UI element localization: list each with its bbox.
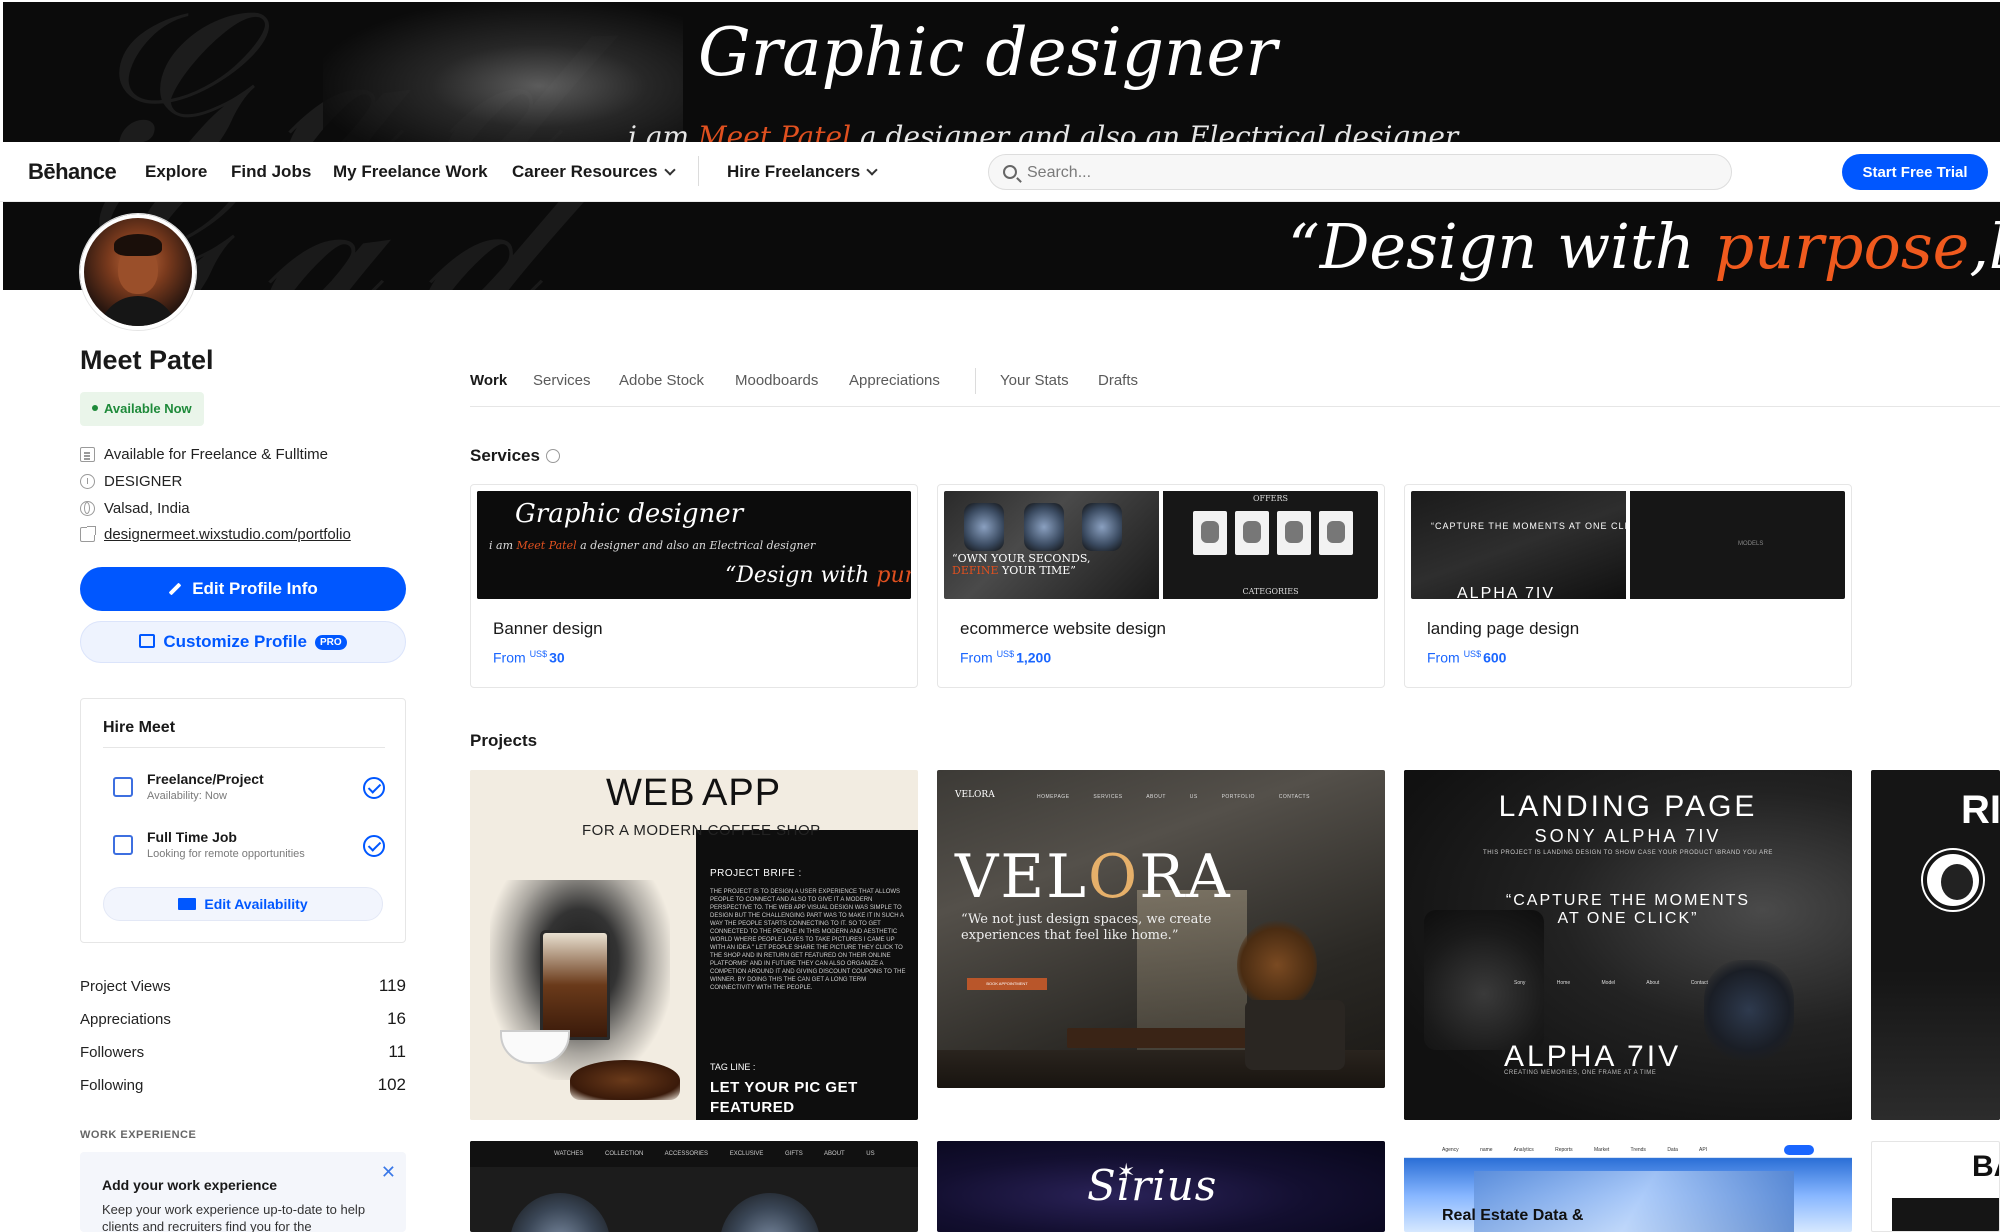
stat-appreciations: Appreciations 16 (80, 1009, 406, 1028)
tab-drafts[interactable]: Drafts (1098, 372, 1138, 389)
info-icon[interactable] (545, 449, 560, 463)
chevron-down-icon (866, 164, 878, 176)
check-circle-icon (363, 777, 385, 799)
info-icon (80, 474, 95, 489)
globe-icon (80, 501, 95, 516)
customize-profile-button[interactable]: Customize Profile PRO (80, 621, 406, 663)
mail-icon (178, 898, 197, 910)
project-card-partial-2[interactable]: BA (1871, 1141, 2000, 1232)
avatar-logo-icon (1923, 850, 1983, 910)
projects-section-title: Projects (470, 731, 538, 750)
search-input[interactable] (1027, 161, 1707, 185)
check-circle-icon (363, 835, 385, 857)
nav-divider (698, 156, 699, 186)
project-card-sirius[interactable]: Sirius ✶ (937, 1141, 1385, 1232)
search-icon (1003, 165, 1017, 179)
hire-option-fulltime[interactable]: Full Time Job Looking for remote opportu… (103, 827, 385, 867)
status-dot-icon (92, 405, 98, 411)
edit-profile-info-button[interactable]: Edit Profile Info (80, 567, 406, 611)
work-experience-desc: Keep your work experience up-to-date to … (102, 1202, 366, 1232)
tab-divider (975, 368, 976, 394)
pro-badge: PRO (314, 635, 347, 650)
project-card-real-estate[interactable]: Agency name Analytics Reports Market Tre… (1404, 1141, 1852, 1232)
hire-card-title: Hire Meet (103, 719, 176, 736)
nav-hire-freelancers-label: Hire Freelancers (727, 162, 861, 181)
service-name: Banner design (493, 619, 603, 638)
service-price: From US$ 1,200 (960, 649, 1052, 666)
service-name: ecommerce website design (960, 619, 1166, 638)
nav-my-freelance-work[interactable]: My Freelance Work (333, 162, 488, 182)
edit-availability-button[interactable]: Edit Availability (103, 887, 383, 921)
customize-icon (139, 634, 156, 648)
hire-option-sub: Availability: Now (147, 790, 227, 802)
service-thumbnail: “CAPTURE THE MOMENTS AT ONE CLICK” ALPHA… (1411, 491, 1845, 599)
profile-name: Meet Patel (80, 345, 214, 375)
project-card-partial-1[interactable]: RI (1871, 770, 2000, 1120)
avatar-hair (114, 234, 162, 256)
nav-find-jobs[interactable]: Find Jobs (231, 162, 311, 182)
chevron-down-icon (663, 164, 676, 176)
calendar-icon (113, 777, 133, 797)
hire-option-name: Freelance/Project (147, 771, 264, 787)
profile-header-banner: 𝒢𝒶𝒹 Graphic designer i am Meet Patel a d… (3, 2, 2000, 142)
project-card-watch-store[interactable]: WATCHES COLLECTION ACCESSORIES EXCLUSIVE… (470, 1141, 918, 1232)
service-name: landing page design (1427, 619, 1580, 638)
service-thumbnail: Graphic designer i am Meet Patel a desig… (477, 491, 911, 599)
start-free-trial-button[interactable]: Start Free Trial (1842, 154, 1988, 190)
service-price: From US$ 600 (1427, 649, 1507, 666)
avatar[interactable] (80, 214, 196, 330)
project-card-landing-page[interactable]: LANDING PAGE SONY ALPHA 7IV THIS PROJECT… (1404, 770, 1852, 1120)
banner-title: Graphic designer (698, 14, 1278, 91)
tab-work[interactable]: Work (470, 372, 507, 389)
hire-option-freelance[interactable]: Freelance/Project Availability: Now (103, 769, 385, 809)
nav-explore[interactable]: Explore (145, 162, 207, 182)
cover-quote: “Design with purpose,lead (1288, 210, 2000, 283)
service-card-landing-page-design[interactable]: “CAPTURE THE MOMENTS AT ONE CLICK” ALPHA… (1404, 484, 1852, 688)
close-icon[interactable]: ✕ (381, 1162, 396, 1183)
star-icon: ✶ (1117, 1159, 1136, 1184)
service-price: From US$ 30 (493, 649, 565, 666)
nav-hire-freelancers[interactable]: Hire Freelancers (727, 162, 878, 182)
tab-services[interactable]: Services (533, 372, 591, 389)
profile-cover-banner: 𝒢𝒶𝒹 “Design with purpose,lead (3, 202, 2000, 290)
tab-moodboards[interactable]: Moodboards (735, 372, 818, 389)
document-icon (80, 447, 95, 462)
tab-adobe-stock[interactable]: Adobe Stock (619, 372, 704, 389)
pencil-icon (168, 582, 182, 596)
stat-following: Following 102 (80, 1075, 406, 1094)
work-experience-card: Add your work experience Keep your work … (80, 1152, 406, 1232)
nav-career-resources[interactable]: Career Resources (512, 162, 676, 182)
hire-card-divider (103, 747, 385, 748)
tab-your-stats[interactable]: Your Stats (1000, 372, 1069, 389)
stat-project-views: Project Views 119 (80, 976, 406, 995)
edit-document-icon (113, 835, 133, 855)
tab-appreciations[interactable]: Appreciations (849, 372, 940, 389)
search-bar[interactable] (988, 154, 1732, 190)
hire-card: Hire Meet Freelance/Project Availability… (80, 698, 406, 943)
project-card-velora[interactable]: VELORA HOMEPAGE SERVICES ABOUT US PORTFO… (937, 770, 1385, 1088)
hire-option-sub: Looking for remote opportunities (147, 848, 305, 860)
top-navbar: Bēhance Explore Find Jobs My Freelance W… (0, 142, 2000, 202)
hire-option-name: Full Time Job (147, 829, 237, 845)
tabs-underline (470, 406, 2000, 407)
nav-career-resources-label: Career Resources (512, 162, 658, 181)
work-experience-title: Add your work experience (102, 1177, 278, 1193)
service-card-banner-design[interactable]: Graphic designer i am Meet Patel a desig… (470, 484, 918, 688)
availability-badge: Available Now (80, 392, 204, 426)
services-section-title: Services (470, 446, 560, 466)
behance-logo[interactable]: Bēhance (28, 159, 117, 185)
banner-subtitle: i am Meet Patel a designer and also an E… (628, 120, 1459, 142)
avatar-body (98, 296, 178, 326)
service-card-ecommerce-website-design[interactable]: “OWN YOUR SECONDS, DEFINE YOUR TIME” OFFE… (937, 484, 1385, 688)
project-card-web-app[interactable]: WEB APP FOR A MODERN COFFEE SHOP PROJECT… (470, 770, 918, 1120)
service-thumbnail: “OWN YOUR SECONDS, DEFINE YOUR TIME” OFFE… (944, 491, 1378, 599)
external-link-icon (80, 526, 96, 542)
work-experience-label: WORK EXPERIENCE (80, 1129, 197, 1141)
stat-followers: Followers 11 (80, 1042, 406, 1061)
